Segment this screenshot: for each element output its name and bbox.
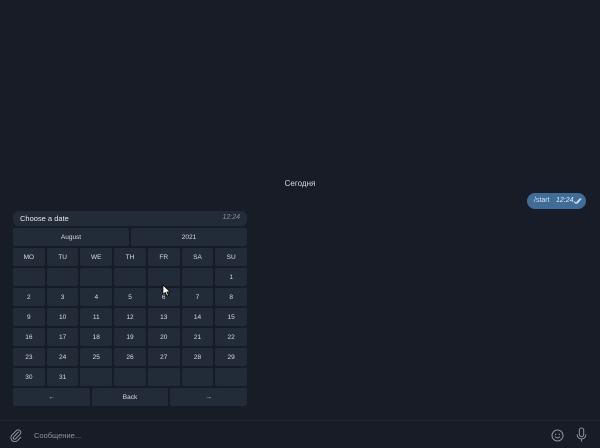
day-button[interactable]: 16 — [13, 328, 45, 346]
month-button[interactable]: August — [13, 228, 129, 246]
emoji-icon[interactable] — [551, 429, 564, 442]
paperclip-icon[interactable] — [9, 428, 22, 442]
microphone-icon[interactable] — [575, 427, 588, 443]
message-time: 12:24 — [222, 214, 240, 221]
message-time: 12:24 — [556, 197, 574, 204]
day-button-empty[interactable] — [181, 268, 214, 286]
day-button[interactable]: 12 — [114, 308, 146, 326]
outgoing-message[interactable]: /start 12:24 — [527, 193, 586, 209]
weekday-button[interactable]: MO — [13, 248, 45, 266]
day-button[interactable]: 22 — [215, 328, 248, 346]
day-button[interactable]: 9 — [13, 308, 45, 326]
day-button[interactable]: 28 — [181, 348, 214, 366]
double-check-icon — [573, 198, 582, 205]
day-button[interactable]: 1 — [215, 268, 248, 286]
mouse-cursor — [162, 284, 171, 297]
back-button[interactable]: Back — [91, 388, 169, 406]
day-button[interactable]: 23 — [13, 348, 45, 366]
day-button-empty[interactable] — [13, 268, 45, 286]
day-button[interactable]: 4 — [80, 288, 113, 306]
prev-month-button[interactable]: ← — [13, 388, 90, 406]
day-button-empty[interactable] — [114, 268, 146, 286]
day-button-empty[interactable] — [147, 368, 180, 386]
day-button[interactable]: 5 — [114, 288, 146, 306]
day-button[interactable]: 19 — [114, 328, 146, 346]
day-button[interactable]: 29 — [215, 348, 248, 366]
message-composer: Сообщение... — [0, 420, 600, 448]
week-row: 2 3 4 5 6 7 8 — [13, 288, 248, 306]
day-button[interactable]: 10 — [46, 308, 79, 326]
weekday-button[interactable]: WE — [80, 248, 113, 266]
weekday-row: MO TU WE TH FR SA SU — [13, 248, 248, 266]
weekday-button[interactable]: SA — [181, 248, 214, 266]
week-row: 30 31 — [13, 368, 248, 386]
week-row: 9 10 11 12 13 14 15 — [13, 308, 248, 326]
weekday-button[interactable]: TU — [46, 248, 79, 266]
weekday-button[interactable]: FR — [147, 248, 180, 266]
weekday-button[interactable]: TH — [114, 248, 146, 266]
day-button-empty[interactable] — [215, 368, 248, 386]
day-button-empty[interactable] — [114, 368, 146, 386]
next-month-button[interactable]: → — [170, 388, 248, 406]
day-button[interactable]: 25 — [80, 348, 113, 366]
day-button[interactable]: 24 — [46, 348, 79, 366]
day-button-empty[interactable] — [181, 368, 214, 386]
message-input[interactable]: Сообщение... — [34, 431, 81, 440]
day-button[interactable]: 7 — [181, 288, 214, 306]
day-button[interactable]: 20 — [147, 328, 180, 346]
date-separator: Сегодня — [284, 179, 316, 188]
day-button[interactable]: 11 — [80, 308, 113, 326]
chat-area: Сегодня /start 12:24 Choose a date 12:24… — [0, 0, 600, 418]
nav-row: ← Back → — [13, 388, 248, 406]
day-button[interactable]: 15 — [215, 308, 248, 326]
day-button[interactable]: 21 — [181, 328, 214, 346]
day-button[interactable]: 17 — [46, 328, 79, 346]
day-button-empty[interactable] — [46, 268, 79, 286]
day-button[interactable]: 18 — [80, 328, 113, 346]
day-button[interactable]: 31 — [46, 368, 79, 386]
day-button[interactable]: 26 — [114, 348, 146, 366]
day-button[interactable]: 27 — [147, 348, 180, 366]
month-year-row: August 2021 — [13, 228, 247, 246]
bot-message[interactable]: Choose a date 12:24 — [13, 211, 247, 226]
day-button[interactable]: 8 — [215, 288, 248, 306]
day-button[interactable]: 14 — [181, 308, 214, 326]
weekday-button[interactable]: SU — [215, 248, 248, 266]
day-button-empty[interactable] — [80, 268, 113, 286]
day-button[interactable]: 2 — [13, 288, 45, 306]
message-text: Choose a date — [20, 214, 69, 223]
day-button[interactable]: 13 — [147, 308, 180, 326]
day-button-empty[interactable] — [80, 368, 113, 386]
week-row: 16 17 18 19 20 21 22 — [13, 328, 248, 346]
message-text: /start — [534, 197, 550, 204]
day-button[interactable]: 30 — [13, 368, 45, 386]
year-button[interactable]: 2021 — [131, 228, 247, 246]
week-row: 23 24 25 26 27 28 29 — [13, 348, 248, 366]
week-row: 1 — [13, 268, 248, 286]
day-button[interactable]: 3 — [46, 288, 79, 306]
